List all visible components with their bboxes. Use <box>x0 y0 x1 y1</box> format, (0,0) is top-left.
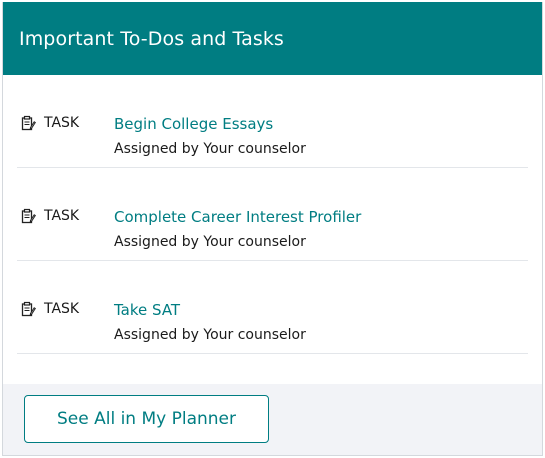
card-header: Important To-Dos and Tasks <box>3 2 542 75</box>
task-assigned-by: Assigned by Your counselor <box>114 141 306 157</box>
clipboard-icon <box>21 301 36 317</box>
task-type-label: TASK <box>44 115 80 131</box>
task-assigned-by: Assigned by Your counselor <box>114 234 306 250</box>
task-type: TASK <box>20 208 79 224</box>
card-footer: See All in My Planner <box>3 384 542 455</box>
task-type: TASK <box>20 115 79 131</box>
task-item: TASK Complete Career Interest Profiler A… <box>17 168 528 261</box>
task-item: TASK Take SAT Assigned by Your counselor <box>17 261 528 354</box>
see-all-planner-button[interactable]: See All in My Planner <box>24 395 269 443</box>
todo-card: Important To-Dos and Tasks TASK Begin Co… <box>2 2 543 456</box>
task-link-career-interest-profiler[interactable]: Complete Career Interest Profiler <box>114 208 361 226</box>
task-list: TASK Begin College Essays Assigned by Yo… <box>3 75 542 354</box>
task-item: TASK Begin College Essays Assigned by Yo… <box>17 75 528 168</box>
card-title: Important To-Dos and Tasks <box>19 27 284 50</box>
clipboard-icon <box>21 115 36 131</box>
task-type-label: TASK <box>44 301 80 317</box>
clipboard-icon <box>21 208 36 224</box>
task-link-begin-college-essays[interactable]: Begin College Essays <box>114 115 273 133</box>
task-type: TASK <box>20 301 79 317</box>
task-link-take-sat[interactable]: Take SAT <box>114 301 180 319</box>
task-assigned-by: Assigned by Your counselor <box>114 327 306 343</box>
task-type-label: TASK <box>44 208 80 224</box>
